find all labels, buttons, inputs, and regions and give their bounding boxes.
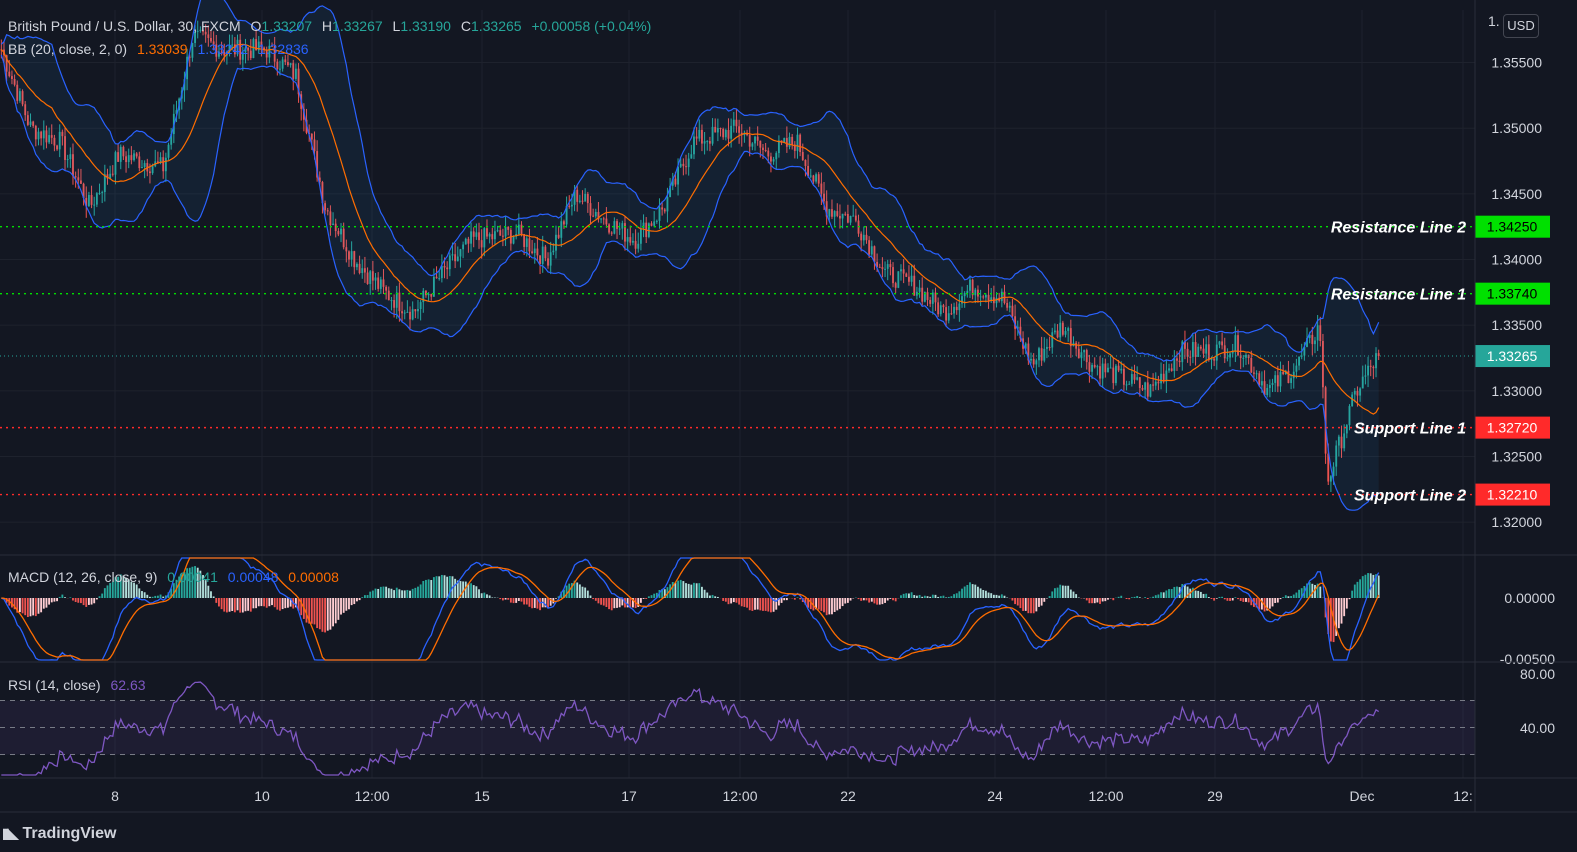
price-tick-label: 1.33500 [1491, 317, 1542, 333]
rsi-tick-label: 80.00 [1520, 666, 1555, 682]
level-label: Resistance Line 2 [1331, 220, 1466, 237]
ohlc-open: O1.33207 [251, 18, 313, 34]
open-value: 1.33207 [261, 18, 313, 34]
level-price-label: 1.34250 [1487, 219, 1538, 235]
macd-tick-label: 0.00000 [1504, 590, 1555, 606]
level-label: Support Line 2 [1354, 488, 1466, 505]
tradingview-logo-icon: ▮◣ [2, 825, 19, 841]
price-tick-label: 1.35000 [1491, 120, 1542, 136]
macd-label[interactable]: MACD (12, 26, close, 9) [8, 569, 157, 585]
time-tick-label: Dec [1350, 788, 1375, 804]
macd-legend[interactable]: MACD (12, 26, close, 9) 0.00041 0.00048 … [8, 569, 345, 585]
time-tick-label: 22 [840, 788, 856, 804]
price-tick-label: 1.35500 [1491, 55, 1542, 71]
macd-tick-label: -0.00500 [1500, 651, 1555, 667]
rsi-label[interactable]: RSI (14, close) [8, 677, 101, 693]
time-tick-label: 17 [621, 788, 637, 804]
price-tick-label: 1.33000 [1491, 383, 1542, 399]
level-price-label: 1.32720 [1487, 420, 1538, 436]
time-tick-label: 15 [474, 788, 490, 804]
time-tick-label: 29 [1207, 788, 1223, 804]
level-price-label: 1.33740 [1487, 286, 1538, 302]
open-label: O [250, 18, 262, 34]
candle-body [1329, 476, 1332, 482]
bb-label[interactable]: BB (20, close, 2, 0) [8, 41, 127, 57]
time-tick-label: 12:00 [722, 788, 757, 804]
time-tick-label: 10 [254, 788, 270, 804]
last-price-label: 1.33265 [1487, 348, 1538, 364]
macd-line-value: 0.00048 [227, 569, 279, 585]
time-tick-label: 24 [987, 788, 1003, 804]
price-tick-label: 1.34000 [1491, 252, 1542, 268]
bb-legend[interactable]: BB (20, close, 2, 0) 1.33039 1.33242 1.3… [8, 41, 315, 57]
high-value: 1.33267 [332, 18, 383, 34]
high-label: H [321, 18, 333, 34]
close-label: C [460, 18, 471, 34]
price-tick-label: 1.34500 [1491, 186, 1542, 202]
bb-lower-value: 1.32836 [257, 41, 309, 57]
close-value: 1.33265 [470, 18, 522, 34]
rsi-legend[interactable]: RSI (14, close) 62.63 [8, 677, 152, 693]
rsi-tick-label: 40.00 [1520, 720, 1555, 736]
time-tick-label: 12: [1453, 788, 1472, 804]
price-tick-label: 1.32500 [1491, 449, 1542, 465]
time-tick-label: 12:00 [354, 788, 389, 804]
ohlc-high: H1.33267 [322, 18, 383, 34]
symbol-title[interactable]: British Pound / U.S. Dollar, 30, FXCM [8, 18, 241, 34]
time-tick-label: 12:00 [1088, 788, 1123, 804]
level-label: Resistance Line 1 [1331, 287, 1466, 304]
time-tick-label: 8 [111, 788, 119, 804]
macd-hist-value: 0.00041 [167, 569, 218, 585]
ohlc-change: +0.00058 (+0.04%) [531, 18, 652, 34]
ohlc-close: C1.33265 [461, 18, 522, 34]
chart-canvas[interactable]: Resistance Line 2 Resistance Line 1 Suppor… [0, 0, 1577, 852]
bb-upper-value: 1.33242 [197, 41, 249, 57]
ohlc-low: L1.33190 [393, 18, 451, 34]
low-value: 1.33190 [400, 18, 451, 34]
bb-basis-value: 1.33039 [136, 41, 188, 57]
rsi-value: 62.63 [110, 677, 146, 693]
price-tick-label-partial: 1. [1488, 13, 1500, 29]
tradingview-logo[interactable]: ▮◣ TradingView [2, 825, 116, 843]
currency-button[interactable]: USD [1503, 14, 1539, 38]
level-price-label: 1.32210 [1487, 487, 1538, 503]
macd-signal-value: 0.00008 [288, 569, 339, 585]
symbol-legend: British Pound / U.S. Dollar, 30, FXCM O1… [8, 18, 657, 34]
level-label: Support Line 1 [1354, 421, 1466, 438]
price-tick-label: 1.32000 [1491, 514, 1542, 530]
logo-text: TradingView [22, 825, 117, 842]
